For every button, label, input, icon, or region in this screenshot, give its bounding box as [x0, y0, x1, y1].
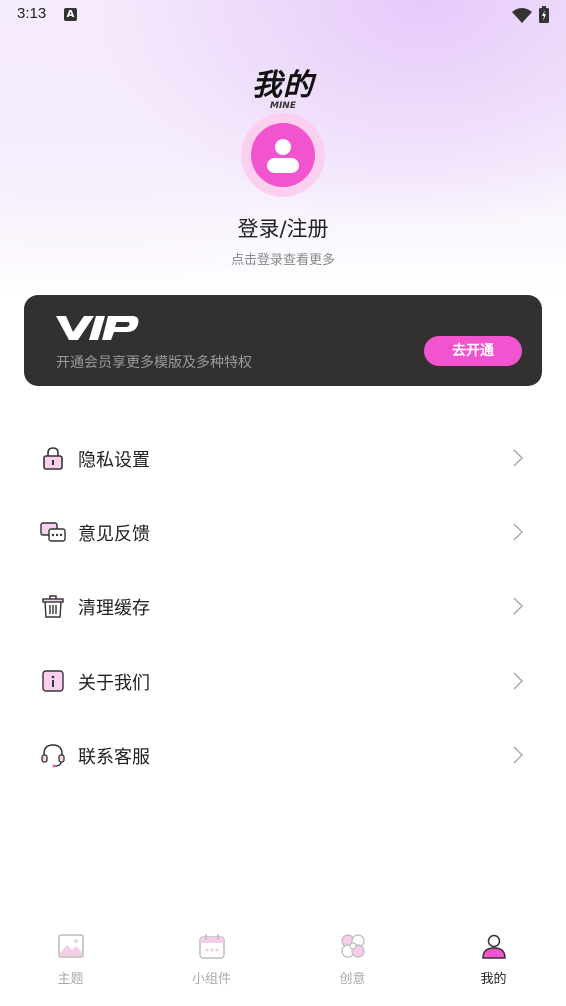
tab-creative[interactable]: 创意	[282, 926, 423, 1006]
tab-widgets[interactable]: 小组件	[141, 926, 282, 1006]
chevron-right-icon	[513, 597, 524, 615]
battery-icon	[539, 6, 549, 23]
tab-label: 小组件	[191, 972, 231, 987]
menu-item-clear-cache[interactable]: 清理缓存	[0, 576, 566, 636]
tab-label: 创意	[339, 972, 366, 987]
menu-item-privacy[interactable]: 隐私设置	[0, 428, 566, 488]
chevron-right-icon	[513, 746, 524, 764]
chevron-right-icon	[513, 449, 524, 467]
tab-mine[interactable]: 我的	[423, 926, 564, 1006]
bottom-tab-bar: 主题 小组件 创意 我的	[0, 926, 566, 1006]
vip-logo	[56, 316, 139, 340]
menu-label: 清理缓存	[78, 598, 150, 619]
headset-icon	[41, 744, 65, 768]
notification-icon: A	[64, 8, 77, 21]
person-icon	[267, 139, 299, 173]
menu-item-customer-service[interactable]: 联系客服	[0, 725, 566, 785]
tab-label: 主题	[57, 972, 84, 987]
menu-item-feedback[interactable]: 意见反馈	[0, 502, 566, 562]
wifi-icon	[512, 8, 532, 23]
trash-icon	[42, 595, 64, 618]
tab-theme[interactable]: 主题	[0, 926, 141, 1006]
status-bar: 3:13 A	[0, 0, 566, 30]
page-subtitle: MINE	[270, 101, 296, 111]
menu-item-about[interactable]: 关于我们	[0, 651, 566, 711]
menu-label: 关于我们	[78, 673, 150, 694]
feedback-icon	[40, 522, 66, 542]
vip-description: 开通会员享更多模版及多种特权	[56, 355, 252, 371]
login-register-link[interactable]: 登录/注册	[0, 213, 566, 243]
info-icon	[42, 670, 64, 692]
menu-label: 意见反馈	[78, 524, 150, 545]
chevron-right-icon	[513, 523, 524, 541]
avatar[interactable]	[241, 113, 325, 197]
open-vip-button[interactable]: 去开通	[424, 336, 522, 366]
tab-label: 我的	[480, 972, 507, 987]
person-icon	[482, 934, 506, 959]
status-time: 3:13	[17, 5, 47, 22]
vip-card[interactable]: 开通会员享更多模版及多种特权 去开通	[24, 295, 542, 386]
avatar-circle	[251, 123, 315, 187]
flower-icon	[341, 934, 365, 958]
chevron-right-icon	[513, 672, 524, 690]
login-hint: 点击登录查看更多	[230, 253, 335, 268]
image-icon	[58, 934, 84, 958]
lock-icon	[43, 447, 63, 470]
calendar-icon	[199, 934, 225, 959]
menu-label: 隐私设置	[78, 450, 150, 471]
menu-label: 联系客服	[78, 747, 150, 768]
page-title: 我的	[252, 68, 314, 103]
